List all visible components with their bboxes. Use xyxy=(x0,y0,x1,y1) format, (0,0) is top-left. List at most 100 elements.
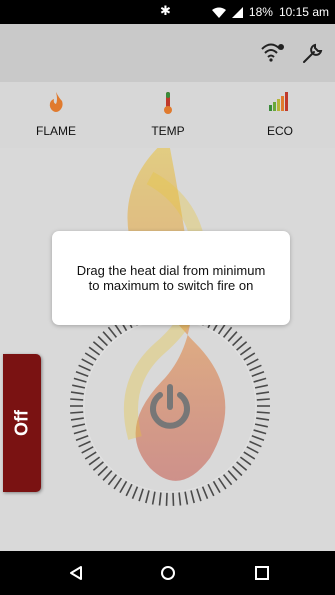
dial-tick xyxy=(243,451,256,460)
battery-level: 18% xyxy=(248,5,273,19)
eco-bars-icon xyxy=(269,92,288,111)
wrench-icon[interactable] xyxy=(301,41,325,65)
dial-tick xyxy=(84,352,97,361)
dial-tick xyxy=(102,470,113,481)
dial-tick xyxy=(239,456,252,466)
flame-control-panel: Off Drag the heat dial from minimum to m… xyxy=(0,148,335,551)
dial-tick xyxy=(227,470,238,481)
wifi-settings-icon[interactable] xyxy=(259,41,285,63)
dial-tick xyxy=(178,492,182,506)
dial-tick xyxy=(251,435,265,441)
dial-tick xyxy=(236,461,248,471)
back-icon xyxy=(70,566,82,580)
dial-tick xyxy=(75,435,89,441)
dial-tick xyxy=(102,331,113,342)
dial-tick xyxy=(125,483,133,497)
tab-bar: FLAME TEMP ECO xyxy=(0,82,335,230)
dial-tick xyxy=(184,491,189,505)
dial-tick xyxy=(222,474,233,486)
tab-flame[interactable]: FLAME xyxy=(0,82,112,148)
dial-tick xyxy=(251,371,265,377)
dial-tick xyxy=(253,429,267,435)
power-icon[interactable] xyxy=(146,383,194,431)
dial-tick xyxy=(256,411,270,414)
dial-tick xyxy=(113,477,123,490)
tab-flame-label: FLAME xyxy=(35,124,76,138)
navigation-bar xyxy=(0,551,335,595)
off-switch[interactable]: Off xyxy=(3,354,41,492)
status-bar: ✱ 18% 10:15 am xyxy=(0,0,335,24)
instruction-tooltip: Drag the heat dial from minimum to maxim… xyxy=(52,231,290,325)
dial-tick xyxy=(232,335,243,347)
dial-tick xyxy=(256,391,270,395)
dial-tick xyxy=(190,490,195,504)
dial-tick xyxy=(107,326,118,338)
dial-tick xyxy=(207,483,215,497)
dial-tick xyxy=(201,486,209,500)
dial-tick xyxy=(196,488,202,502)
dial-tick xyxy=(253,377,267,383)
dial-tick xyxy=(138,488,144,502)
dial-tick xyxy=(151,491,156,505)
flame-icon xyxy=(49,92,63,112)
dial-tick xyxy=(239,346,252,356)
dial-tick xyxy=(75,371,89,377)
recents-button[interactable] xyxy=(250,562,274,584)
app-bar xyxy=(0,24,335,82)
dial-tick xyxy=(70,417,84,421)
dial-tick xyxy=(119,480,128,493)
tab-eco-label: ECO xyxy=(266,124,293,138)
instruction-text: Drag the heat dial from minimum to maxim… xyxy=(76,263,266,293)
dial-tick xyxy=(70,411,84,414)
dial-tick xyxy=(70,398,84,401)
home-button[interactable] xyxy=(156,562,180,584)
dial-tick xyxy=(246,446,259,454)
dial-tick xyxy=(256,398,270,401)
dial-tick xyxy=(78,440,91,448)
dial-tick xyxy=(88,346,101,356)
back-button[interactable] xyxy=(64,562,88,584)
clock: 10:15 am xyxy=(278,5,329,19)
dial-tick xyxy=(212,480,221,493)
dial-tick xyxy=(107,474,118,486)
dial-tick xyxy=(227,331,238,342)
dial-tick xyxy=(158,492,162,506)
dial-tick xyxy=(72,423,86,428)
dial-tick xyxy=(249,440,262,448)
dial-tick xyxy=(217,477,227,490)
dial-tick xyxy=(254,384,268,389)
dial-tick xyxy=(232,465,243,477)
thermometer-icon xyxy=(164,92,172,114)
dial-tick xyxy=(172,492,175,506)
dial-tick xyxy=(249,364,262,372)
tab-temp-label: TEMP xyxy=(151,124,185,138)
dial-tick xyxy=(78,364,91,372)
dial-tick xyxy=(81,358,94,366)
dial-tick xyxy=(243,352,256,361)
dial-tick xyxy=(254,423,268,428)
dial-tick xyxy=(97,465,108,477)
dial-tick xyxy=(73,429,87,435)
dial-tick xyxy=(72,384,86,389)
dial-tick xyxy=(131,486,139,500)
tab-eco[interactable]: ECO xyxy=(224,82,335,148)
off-switch-label: Off xyxy=(11,410,32,436)
bluetooth-icon: ✱ xyxy=(160,3,171,18)
dial-tick xyxy=(92,461,104,471)
recents-icon xyxy=(255,566,269,580)
dial-tick xyxy=(73,377,87,383)
home-icon xyxy=(161,566,175,580)
dial-tick xyxy=(97,335,108,347)
dial-tick xyxy=(92,341,104,351)
dial-tick xyxy=(145,490,150,504)
dial-tick xyxy=(81,446,94,454)
heat-dial[interactable] xyxy=(0,148,335,551)
dial-tick xyxy=(246,358,259,366)
dial-tick xyxy=(256,417,270,421)
dial-tick xyxy=(165,492,168,506)
dial-tick xyxy=(88,456,101,466)
tab-temp[interactable]: TEMP xyxy=(112,82,224,148)
dial-tick xyxy=(222,326,233,338)
dial-tick xyxy=(84,451,97,460)
dial-tick xyxy=(70,391,84,395)
